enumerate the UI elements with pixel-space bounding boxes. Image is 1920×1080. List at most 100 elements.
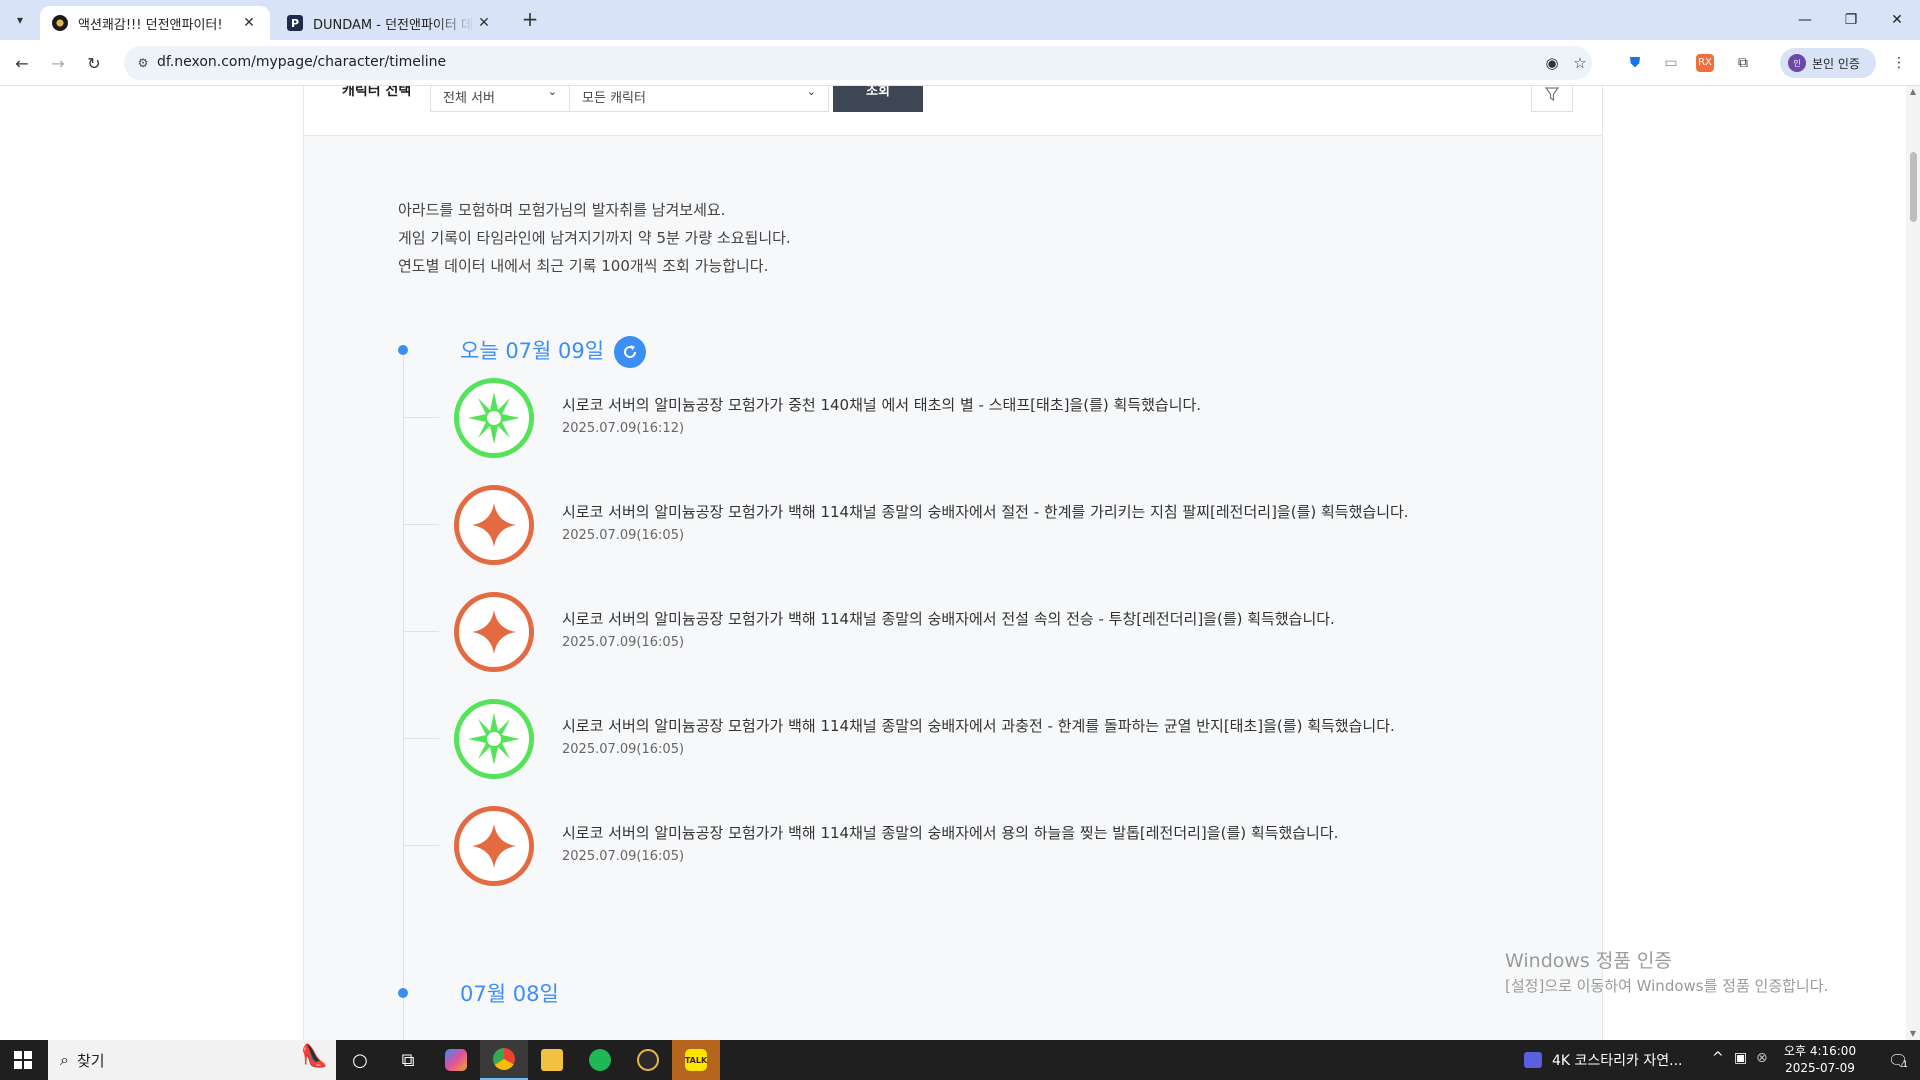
minimize-icon: —: [1798, 12, 1812, 28]
tab-title: DUNDAM - 던전앤파이터 데미지 계산기: [313, 17, 475, 33]
timeline-event: 시로코 서버의 알미늄공장 모험가가 백해 114채널 종말의 숭배자에서 절전…: [403, 485, 1503, 565]
browser-toolbar: ← → ↻ ⚙ df.nexon.com/mypage/character/ti…: [0, 40, 1920, 86]
timeline-event: 시로코 서버의 알미늄공장 모험가가 백해 114채널 종말의 숭배자에서 전설…: [403, 592, 1503, 672]
search-highlight-icon: 👠: [300, 1044, 328, 1069]
legendary-badge-icon: [454, 806, 534, 886]
dnf-game-button[interactable]: [624, 1040, 672, 1080]
scroll-up-icon[interactable]: ▲: [1906, 86, 1920, 98]
restore-icon: ❐: [1844, 12, 1858, 28]
timeline-day-dot: [398, 345, 408, 355]
dnf-favicon-icon: [52, 15, 68, 31]
restore-button[interactable]: ❐: [1828, 0, 1874, 40]
extension-shield-icon[interactable]: ⛊: [1624, 52, 1646, 74]
extensions-puzzle-icon[interactable]: ⧉: [1732, 52, 1754, 74]
network-icon[interactable]: ▣: [1734, 1050, 1747, 1066]
spotify-button[interactable]: [576, 1040, 624, 1080]
extension-cast-icon[interactable]: ▭: [1660, 52, 1682, 74]
event-time: 2025.07.09(16:12): [562, 421, 685, 436]
event-time: 2025.07.09(16:05): [562, 528, 685, 543]
spotify-icon: [589, 1049, 611, 1071]
scroll-down-icon[interactable]: ▼: [1906, 1028, 1920, 1040]
timeline-event: 시로코 서버의 알미늄공장 모험가가 백해 114채널 종말의 숭배자에서 과충…: [403, 699, 1503, 779]
new-tab-button[interactable]: +: [518, 8, 542, 32]
bookmark-star-icon[interactable]: ☆: [1570, 53, 1590, 73]
event-time: 2025.07.09(16:05): [562, 635, 685, 650]
windows-activation-watermark: Windows 정품 인증 [설정]으로 이동하여 Windows를 정품 인증…: [1505, 946, 1828, 996]
kebab-menu-icon[interactable]: ⋮: [1888, 52, 1910, 74]
kakaotalk-icon: TALK: [685, 1049, 707, 1071]
event-message: 시로코 서버의 알미늄공장 모험가가 중천 140채널 에서 태초의 별 - 스…: [562, 396, 1202, 414]
site-info-icon[interactable]: ⚙: [134, 54, 152, 72]
intro-line: 게임 기록이 타임라인에 남겨지기까지 약 5분 가량 소요됩니다.: [398, 229, 791, 247]
reload-button[interactable]: ↻: [82, 51, 106, 75]
day-title: 07월 08일: [460, 982, 559, 1006]
url-text[interactable]: df.nexon.com/mypage/character/timeline: [157, 54, 446, 70]
arrow-right-icon: →: [51, 53, 65, 73]
arrow-left-icon: ←: [15, 53, 29, 73]
close-icon[interactable]: ✕: [475, 15, 493, 31]
volume-muted-icon[interactable]: ⊗: [1756, 1050, 1768, 1066]
character-select[interactable]: 모든 캐릭터 ⌄: [569, 86, 829, 112]
tray-chevron-up-icon[interactable]: ^: [1712, 1050, 1724, 1066]
folder-icon: [541, 1049, 563, 1071]
tab-search-button[interactable]: ▾: [8, 8, 32, 32]
profile-button[interactable]: 인 본인 인증: [1780, 48, 1876, 78]
close-icon[interactable]: ✕: [240, 15, 258, 31]
media-app-icon[interactable]: [1524, 1052, 1542, 1068]
browser-tab-bar: ▾ 액션쾌감!!! 던전앤파이터! ✕ P DUNDAM - 던전앤파이터 데미…: [0, 0, 1920, 40]
search-icon: ⌕: [60, 1050, 69, 1069]
refresh-button[interactable]: [614, 336, 646, 368]
address-bar[interactable]: ⚙ df.nexon.com/mypage/character/timeline…: [124, 46, 1592, 80]
cortana-button[interactable]: ○: [336, 1040, 384, 1080]
tab-dundam[interactable]: P DUNDAM - 던전앤파이터 데미지 계산기 ✕: [275, 6, 505, 40]
scrollbar-thumb[interactable]: [1910, 152, 1917, 222]
task-view-button[interactable]: ⧉: [384, 1040, 432, 1080]
forward-button[interactable]: →: [46, 51, 70, 75]
kakaotalk-button[interactable]: TALK: [672, 1040, 720, 1080]
filter-button[interactable]: [1531, 86, 1573, 112]
timeline-event: 시로코 서버의 알미늄공장 모험가가 중천 140채널 에서 태초의 별 - 스…: [403, 378, 1503, 458]
server-select-value: 전체 서버: [443, 91, 495, 106]
clock-time: 오후 4:16:00: [1783, 1044, 1857, 1058]
event-message: 시로코 서버의 알미늄공장 모험가가 백해 114채널 종말의 숭배자에서 용의…: [562, 824, 1339, 842]
plus-icon: +: [521, 7, 539, 31]
extension-rx-icon[interactable]: RX: [1696, 54, 1714, 72]
search-placeholder: 찾기: [76, 1051, 105, 1070]
filter-label: 캐릭터 선택: [342, 86, 412, 99]
media-title[interactable]: 4K 코스타리카 자연...: [1552, 1050, 1683, 1070]
tab-dnf[interactable]: 액션쾌감!!! 던전앤파이터! ✕: [40, 6, 270, 40]
timeline-intro: 아라드를 모험하며 모험가님의 발자취를 남겨보세요. 게임 기록이 타임라인에…: [398, 196, 791, 280]
copilot-button[interactable]: [432, 1040, 480, 1080]
chrome-button[interactable]: [480, 1040, 528, 1080]
legendary-badge-icon: [454, 485, 534, 565]
filter-icon: [1544, 87, 1560, 102]
chevron-down-icon: ⌄: [806, 86, 816, 98]
search-button[interactable]: 조회: [833, 86, 923, 112]
server-select[interactable]: 전체 서버 ⌄: [430, 86, 570, 112]
taecho-badge-icon: [454, 378, 534, 458]
event-time: 2025.07.09(16:05): [562, 849, 685, 864]
start-button[interactable]: [0, 1040, 46, 1080]
eye-off-icon[interactable]: ◉: [1542, 53, 1562, 73]
back-button[interactable]: ←: [10, 51, 34, 75]
minimize-button[interactable]: —: [1782, 0, 1828, 40]
event-message: 시로코 서버의 알미늄공장 모험가가 백해 114채널 종말의 숭배자에서 전설…: [562, 610, 1335, 628]
reload-icon: ↻: [87, 53, 101, 73]
taskbar-clock[interactable]: 오후 4:16:00 2025-07-09: [1770, 1043, 1870, 1077]
refresh-icon: [624, 345, 637, 358]
timeline-branch: [403, 417, 439, 418]
avatar: 인: [1788, 54, 1806, 72]
chrome-icon: [493, 1048, 515, 1070]
timeline-container: 캐릭터 선택 전체 서버 ⌄ 모든 캐릭터 ⌄ 조회 아라드를 모험하며 모험가…: [303, 86, 1603, 1040]
clock-date: 2025-07-09: [1785, 1061, 1855, 1075]
file-explorer-button[interactable]: [528, 1040, 576, 1080]
timeline-branch: [403, 631, 439, 632]
page-scrollbar[interactable]: ▲ ▼: [1906, 86, 1920, 1040]
notification-count: 1: [1902, 1060, 1909, 1070]
close-window-button[interactable]: ✕: [1874, 0, 1920, 40]
copilot-icon: [445, 1049, 467, 1071]
taskbar-search[interactable]: ⌕ 찾기 👠: [48, 1040, 336, 1080]
notification-button[interactable]: 🗨 1: [1876, 1040, 1920, 1080]
timeline-event: 시로코 서버의 알미늄공장 모험가가 백해 114채널 종말의 숭배자에서 용의…: [403, 806, 1503, 886]
profile-label: 본인 인증: [1812, 56, 1860, 71]
